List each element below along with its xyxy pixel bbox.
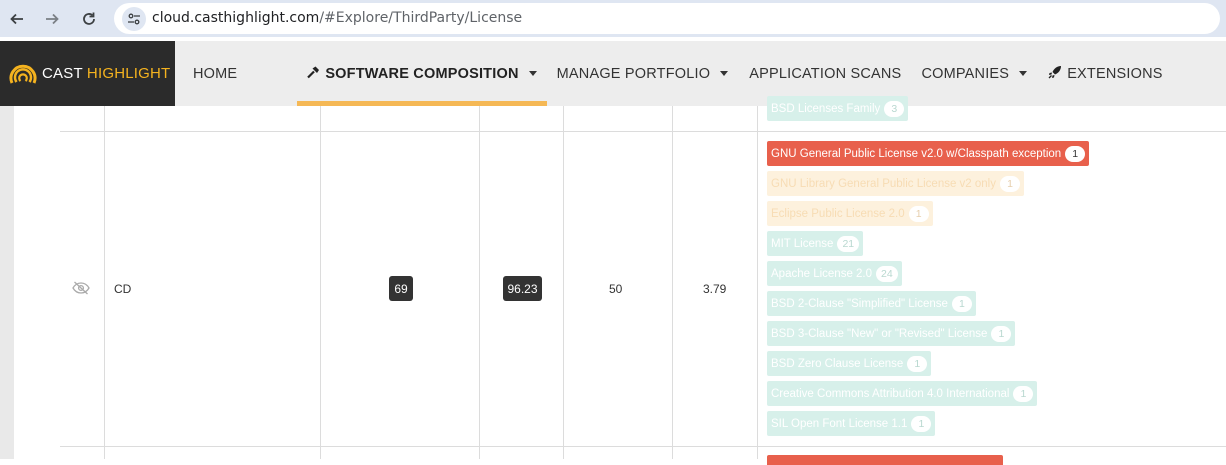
reload-icon[interactable] (78, 8, 100, 30)
app-header: CAST HIGHLIGHT HOME SOFTWARE COMPOSITION… (0, 41, 1226, 106)
license-count: 1 (908, 205, 929, 222)
license-name: GNU General Public License v2.0 w/Classp… (771, 147, 1062, 160)
cast-highlight-logo[interactable]: CAST HIGHLIGHT (0, 41, 175, 106)
menu-extensions-label: EXTENSIONS (1067, 65, 1163, 82)
license-name: MIT License (771, 237, 834, 250)
eye-off-icon[interactable] (72, 281, 90, 300)
menu-extensions[interactable]: EXTENSIONS (1027, 41, 1162, 106)
hammer-icon (306, 65, 320, 83)
menu-companies[interactable]: COMPANIES (901, 41, 1028, 106)
main-menu: HOME SOFTWARE COMPOSITION MANAGE PORTFOL… (175, 41, 1163, 106)
license-count: 3 (884, 100, 905, 117)
url-path: /#Explore/ThirdParty/License (319, 10, 523, 26)
url-host: cloud.casthighlight.com (152, 10, 320, 26)
menu-home[interactable]: HOME (175, 41, 255, 106)
logo-mark-icon (9, 64, 37, 84)
score-badge: 96.23 (503, 276, 542, 301)
chevron-down-icon (528, 71, 537, 76)
column-divider (104, 106, 105, 459)
menu-manage-portfolio[interactable]: MANAGE PORTFOLIO (547, 41, 729, 106)
chevron-down-icon (1019, 71, 1028, 76)
column-divider (563, 106, 564, 459)
license-count: 1 (1065, 145, 1086, 162)
column-divider (320, 106, 321, 459)
column-divider (672, 106, 673, 459)
license-count: 21 (837, 235, 860, 252)
menu-companies-label: COMPANIES (921, 65, 1010, 82)
menu-application-scans-label: APPLICATION SCANS (749, 65, 902, 82)
rocket-icon (1048, 65, 1062, 83)
license-count: 1 (1013, 385, 1034, 402)
license-badge-partial[interactable] (767, 455, 1003, 465)
license-badge[interactable]: Creative Commons Attribution 4.0 Interna… (767, 381, 1038, 406)
menu-manage-portfolio-label: MANAGE PORTFOLIO (556, 65, 711, 82)
license-name: BSD 3-Clause "New" or "Revised" License (771, 327, 988, 340)
license-badge[interactable]: Apache License 2.0 24 (767, 261, 902, 286)
logo-word-highlight: HIGHLIGHT (86, 65, 171, 82)
table-gutter (0, 106, 14, 459)
license-badge[interactable]: BSD 3-Clause "New" or "Revised" License … (767, 321, 1016, 346)
menu-software-composition-label: SOFTWARE COMPOSITION (325, 65, 519, 82)
score-badge: 69 (389, 276, 413, 301)
license-name: Creative Commons Attribution 4.0 Interna… (771, 387, 1010, 400)
logo-word-cast: CAST (42, 65, 83, 82)
menu-home-label: HOME (193, 65, 238, 82)
license-table: BSD Licenses Family 3 CD 69 96.23 50 3.7… (0, 96, 1226, 465)
license-name: BSD Zero Clause License (771, 357, 904, 370)
license-count: 1 (951, 295, 972, 312)
license-count: 1 (991, 325, 1012, 342)
license-name: BSD 2-Clause "Simplified" License (771, 297, 948, 310)
license-badge[interactable]: BSD 2-Clause "Simplified" License 1 (767, 291, 976, 316)
site-settings-icon[interactable] (122, 7, 146, 31)
license-name: GNU Library General Public License v2 on… (771, 177, 996, 190)
app-name-cell[interactable]: CD (114, 282, 131, 296)
license-count: 1 (1000, 175, 1020, 192)
license-badge[interactable]: SIL Open Font License 1.1 1 (767, 411, 936, 436)
license-count: 1 (911, 415, 932, 432)
back-arrow-icon[interactable] (6, 8, 28, 30)
forward-arrow-icon[interactable] (41, 8, 63, 30)
license-badge[interactable]: Eclipse Public License 2.0 1 (767, 201, 933, 226)
column-divider (479, 106, 480, 459)
address-bar[interactable]: cloud.casthighlight.com/#Explore/ThirdPa… (114, 3, 1220, 34)
license-badge[interactable]: GNU Library General Public License v2 on… (767, 171, 1024, 196)
value-cell: 3.79 (703, 282, 727, 296)
license-badge[interactable]: GNU General Public License v2.0 w/Classp… (767, 141, 1090, 166)
license-count: 1 (907, 355, 928, 372)
license-count: 24 (876, 265, 898, 282)
license-name: Apache License 2.0 (771, 267, 873, 280)
logo-text: CAST HIGHLIGHT (42, 65, 170, 82)
license-name: SIL Open Font License 1.1 (771, 417, 908, 430)
license-badge[interactable]: BSD Licenses Family 3 (767, 96, 909, 121)
row-divider (60, 446, 1226, 447)
license-badge[interactable]: BSD Zero Clause License 1 (767, 351, 932, 376)
row-divider (60, 131, 1226, 132)
column-divider (757, 106, 758, 459)
chevron-down-icon (720, 71, 729, 76)
menu-software-composition[interactable]: SOFTWARE COMPOSITION (297, 41, 547, 106)
value-cell: 50 (609, 282, 623, 296)
license-badge[interactable]: MIT License 21 (767, 231, 864, 256)
license-name: BSD Licenses Family (771, 102, 881, 115)
browser-toolbar: cloud.casthighlight.com/#Explore/ThirdPa… (0, 0, 1226, 37)
license-name: Eclipse Public License 2.0 (771, 207, 905, 220)
url-text: cloud.casthighlight.com/#Explore/ThirdPa… (152, 10, 522, 26)
